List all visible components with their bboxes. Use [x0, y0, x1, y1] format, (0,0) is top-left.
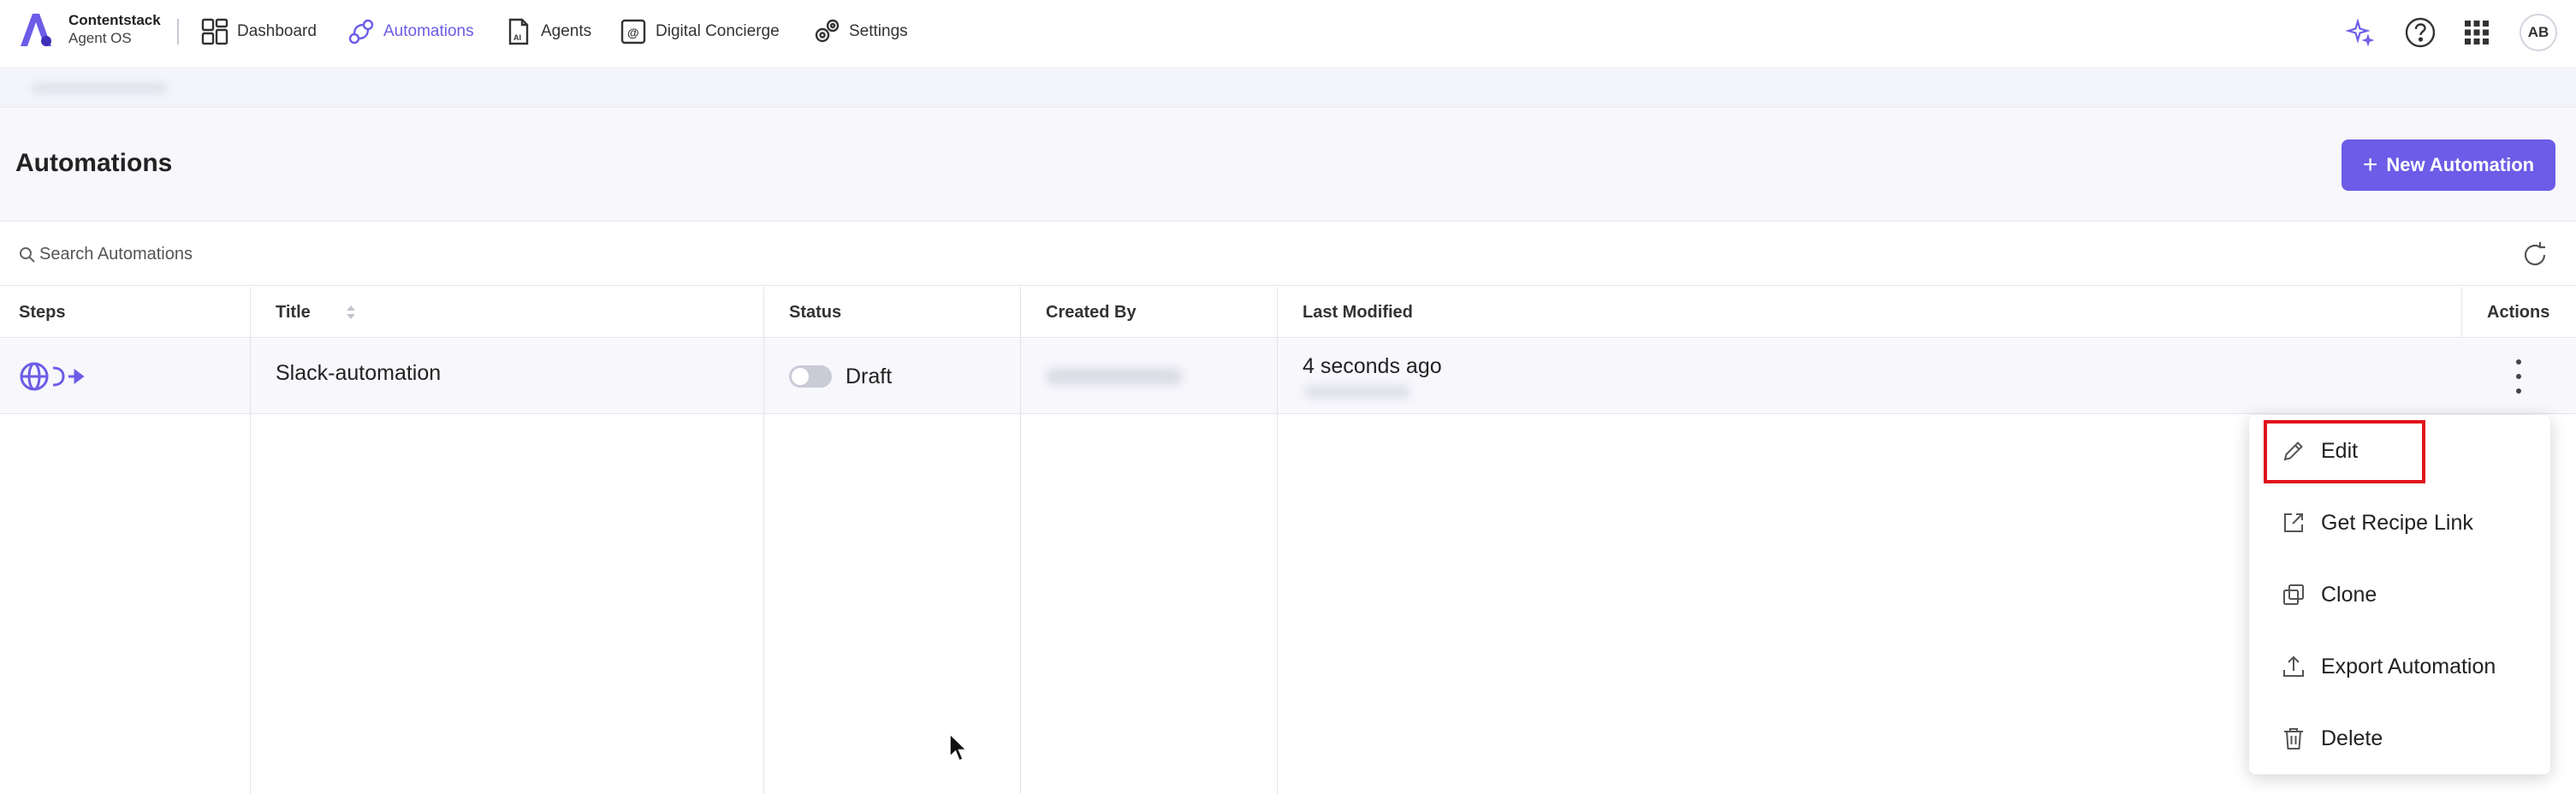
status-toggle[interactable]: [789, 365, 832, 388]
kebab-dot: [2516, 359, 2521, 364]
column-divider: [763, 287, 764, 794]
ai-assistant-button[interactable]: [2343, 15, 2377, 50]
search-icon: [20, 247, 35, 263]
new-automation-label: New Automation: [2386, 154, 2535, 175]
breadcrumb: [0, 67, 2576, 108]
settings-icon: [815, 19, 840, 43]
contentstack-logo-icon: [21, 14, 51, 46]
column-header-status: Status: [789, 302, 842, 322]
menu-item-clone-label: Clone: [2321, 582, 2377, 607]
workflow-steps-icon: [20, 362, 85, 391]
nav-agents-label: Agents: [541, 22, 592, 40]
kebab-dot: [2516, 374, 2521, 379]
actions-column-divider: [2461, 287, 2576, 338]
nav-agents[interactable]: AI Agents: [503, 15, 591, 48]
avatar[interactable]: AB: [2520, 14, 2557, 51]
column-header-steps: Steps: [19, 302, 66, 322]
export-icon: [2283, 655, 2304, 677]
page-title: Automations: [15, 149, 173, 177]
column-header-created-by: Created By: [1046, 302, 1137, 322]
apps-grid-button[interactable]: [2460, 15, 2494, 50]
nav-dashboard-label: Dashboard: [237, 22, 317, 40]
brand-name: Contentstack: [68, 12, 161, 28]
help-icon: [2405, 17, 2436, 48]
sparkle-icon: [2346, 18, 2375, 47]
column-divider: [1020, 287, 1021, 794]
agents-icon: AI: [508, 18, 529, 45]
nav-dashboard[interactable]: Dashboard: [199, 15, 317, 48]
menu-item-clone[interactable]: Clone: [2249, 559, 2550, 631]
column-divider: [250, 287, 251, 794]
nav-automations[interactable]: Automations: [346, 15, 474, 48]
svg-text:@: @: [627, 26, 639, 39]
menu-item-get-recipe-link[interactable]: Get Recipe Link: [2249, 487, 2550, 559]
status-cell: Draft: [789, 339, 892, 414]
column-header-title[interactable]: Title: [276, 287, 357, 338]
apps-grid-icon: [2465, 21, 2489, 44]
brand-subtitle: Agent OS: [68, 30, 132, 46]
nav-digital-concierge[interactable]: @ Digital Concierge: [618, 15, 780, 48]
nav-automations-label: Automations: [383, 22, 474, 40]
menu-item-recipe-label: Get Recipe Link: [2321, 510, 2473, 535]
nav-settings[interactable]: Settings: [811, 15, 908, 48]
brand-divider: [177, 19, 179, 44]
kebab-dot: [2516, 388, 2521, 394]
brand[interactable]: Contentstack Agent OS: [15, 9, 161, 50]
title-cell[interactable]: Slack-automation: [276, 335, 441, 411]
external-link-icon: [2284, 513, 2303, 532]
last-modified-detail-redacted: [1304, 385, 1410, 399]
page-header: Automations + New Automation: [0, 109, 2576, 222]
table-header: Steps Title Status Created By Last Modif…: [0, 287, 2576, 338]
sort-icon[interactable]: [345, 303, 357, 322]
column-divider: [1277, 287, 1278, 794]
row-actions-menu-button[interactable]: [2508, 359, 2530, 394]
nav-concierge-label: Digital Concierge: [656, 22, 780, 40]
created-by-redacted: [1046, 368, 1183, 385]
trash-icon: [2284, 728, 2303, 750]
refresh-icon[interactable]: [2520, 240, 2550, 270]
svg-text:AI: AI: [513, 33, 521, 42]
automations-icon: [348, 19, 374, 44]
status-label: Draft: [846, 364, 893, 388]
concierge-icon: @: [620, 19, 646, 44]
created-by-cell: [1046, 339, 1183, 414]
dashboard-icon: [201, 18, 229, 45]
search-input[interactable]: [39, 241, 553, 267]
new-automation-button[interactable]: + New Automation: [2342, 139, 2555, 191]
clone-icon: [2283, 584, 2304, 605]
breadcrumb-redacted: [31, 82, 168, 94]
steps-cell: [17, 339, 86, 414]
mouse-cursor-icon: [949, 732, 968, 762]
menu-item-delete-label: Delete: [2321, 726, 2383, 750]
help-button[interactable]: [2403, 15, 2437, 50]
top-nav: Contentstack Agent OS Dashboard Automati…: [0, 0, 2576, 65]
table-row[interactable]: Slack-automation Draft 4 seconds ago: [0, 339, 2576, 414]
nav-settings-label: Settings: [849, 22, 908, 40]
menu-item-export-automation[interactable]: Export Automation: [2249, 631, 2550, 702]
menu-item-delete[interactable]: Delete: [2249, 702, 2550, 774]
search-bar: [0, 222, 2576, 286]
plus-icon: +: [2362, 151, 2378, 179]
column-title-label: Title: [276, 302, 311, 322]
edit-highlight-box: [2264, 420, 2425, 483]
menu-item-export-label: Export Automation: [2321, 654, 2496, 678]
